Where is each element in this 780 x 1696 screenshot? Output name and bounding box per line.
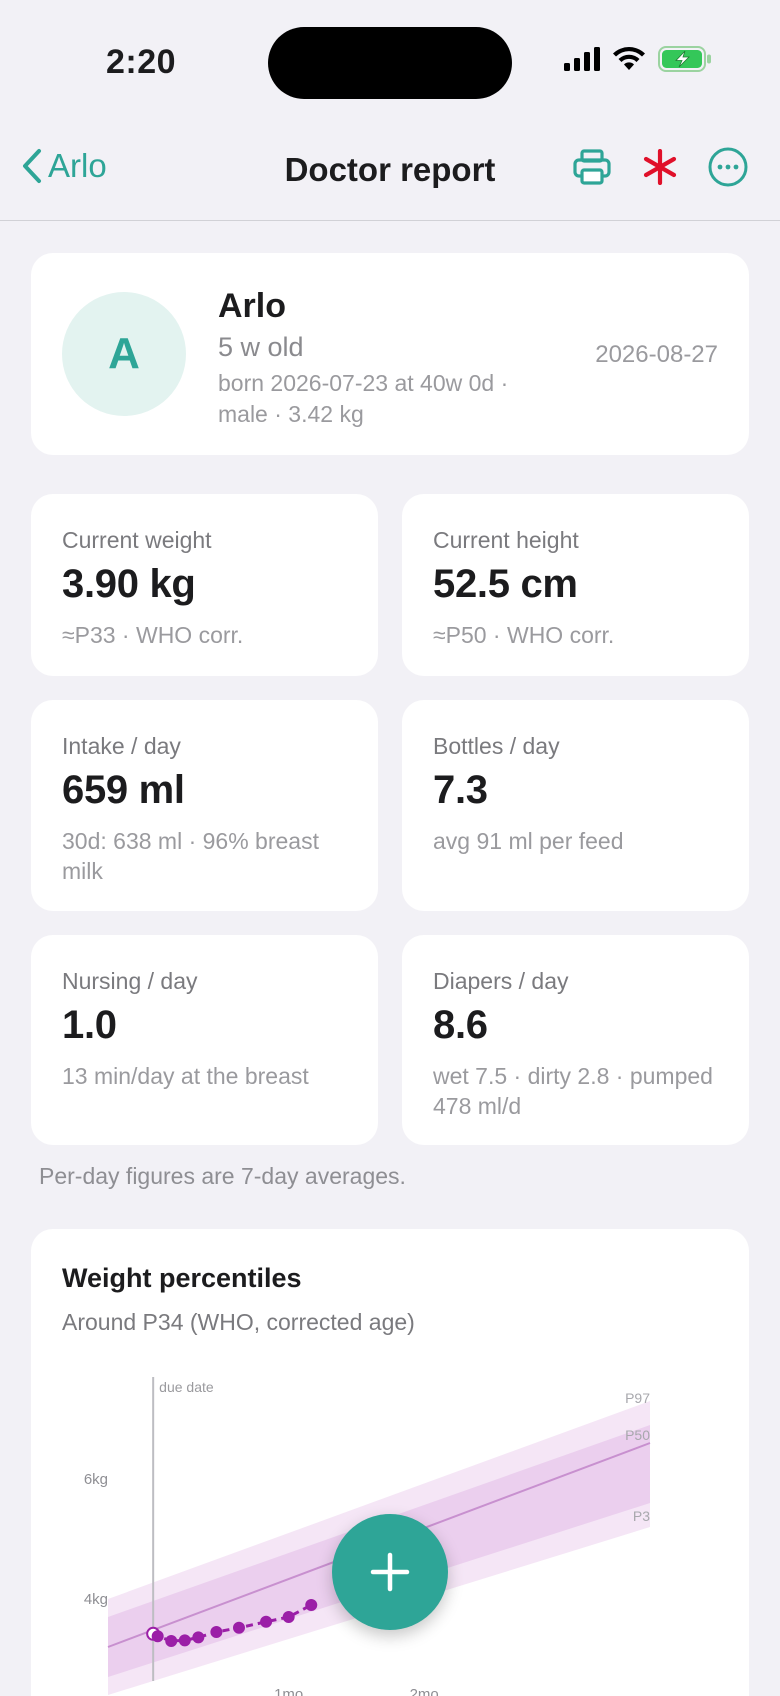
weight-point xyxy=(192,1631,205,1644)
wifi-icon xyxy=(613,47,645,70)
stat-label: Intake / day xyxy=(62,733,181,759)
stat-sub: 30d: 638 ml · 96% breast milk xyxy=(62,828,319,884)
more-button[interactable] xyxy=(708,147,748,187)
child-name: Arlo xyxy=(218,287,286,325)
weight-point xyxy=(232,1621,245,1634)
stat-label: Current weight xyxy=(62,527,212,553)
printer-icon xyxy=(573,149,611,185)
more-ellipsis-icon xyxy=(708,147,748,187)
plus-icon xyxy=(370,1552,410,1592)
stat-label: Diapers / day xyxy=(433,968,569,994)
stat-label: Current height xyxy=(433,527,579,553)
asterisk-icon xyxy=(643,149,677,185)
battery-charging-icon xyxy=(658,46,711,72)
stat-card-intake: Intake / day 659 ml 30d: 638 ml · 96% br… xyxy=(31,700,378,911)
weight-point xyxy=(282,1611,295,1623)
weight-point xyxy=(178,1634,191,1647)
navigation-bar: Arlo Doctor report xyxy=(0,125,780,221)
status-bar: 2:20 xyxy=(0,0,780,120)
child-age: 5 w old xyxy=(218,332,304,362)
x-tick-label: 2mo xyxy=(410,1686,439,1696)
report-date: 2026-08-27 xyxy=(595,341,718,368)
stat-label: Bottles / day xyxy=(433,733,560,759)
profile-card: A Arlo 5 w old born 2026-07-23 at 40w 0d… xyxy=(31,253,749,455)
stat-value: 52.5 cm xyxy=(433,562,578,606)
dynamic-island xyxy=(268,27,512,99)
stat-card-weight: Current weight 3.90 kg ≈P33 · WHO corr. xyxy=(31,494,378,676)
stat-label: Nursing / day xyxy=(62,968,198,994)
averages-footnote: Per-day figures are 7-day averages. xyxy=(39,1163,406,1189)
add-entry-button[interactable] xyxy=(332,1514,448,1630)
y-tick-label: 6kg xyxy=(84,1471,108,1488)
percentile-label-p97: P97 xyxy=(625,1390,650,1406)
x-tick-label: 1mo xyxy=(274,1686,303,1696)
stat-value: 659 ml xyxy=(62,768,185,812)
stat-sub: avg 91 ml per feed xyxy=(433,828,624,854)
stat-card-diapers: Diapers / day 8.6 wet 7.5 · dirty 2.8 · … xyxy=(402,935,749,1145)
stat-card-height: Current height 52.5 cm ≈P50 · WHO corr. xyxy=(402,494,749,676)
system-icons xyxy=(564,46,712,72)
y-tick-label: 4kg xyxy=(84,1591,108,1608)
stat-sub: ≈P50 · WHO corr. xyxy=(433,622,615,648)
stat-sub: 13 min/day at the breast xyxy=(62,1063,309,1089)
weight-point xyxy=(165,1635,178,1647)
stat-sub: wet 7.5 · dirty 2.8 · pumped 478 ml/d xyxy=(433,1063,713,1119)
weight-point xyxy=(151,1630,164,1643)
weight-point xyxy=(260,1615,273,1628)
percentile-label-p50: P50 xyxy=(625,1427,650,1443)
stat-value: 3.90 kg xyxy=(62,562,196,606)
avatar: A xyxy=(62,292,186,416)
stat-sub: ≈P33 · WHO corr. xyxy=(62,622,244,648)
medical-flag-button[interactable] xyxy=(642,149,678,185)
print-button[interactable] xyxy=(572,148,612,186)
weight-point xyxy=(305,1599,318,1611)
stat-value: 8.6 xyxy=(433,1003,488,1047)
due-date-label: due date xyxy=(159,1379,214,1395)
weight-point xyxy=(210,1626,223,1638)
percentile-label-p3: P3 xyxy=(633,1508,650,1524)
stat-card-nursing: Nursing / day 1.0 13 min/day at the brea… xyxy=(31,935,378,1145)
stat-card-bottles: Bottles / day 7.3 avg 91 ml per feed xyxy=(402,700,749,911)
status-time: 2:20 xyxy=(106,43,177,81)
birth-details: born 2026-07-23 at 40w 0d · male · 3.42 … xyxy=(218,370,509,427)
stat-value: 7.3 xyxy=(433,768,488,812)
stat-value: 1.0 xyxy=(62,1003,117,1047)
nav-actions xyxy=(572,147,748,187)
cellular-signal-icon xyxy=(564,47,600,71)
